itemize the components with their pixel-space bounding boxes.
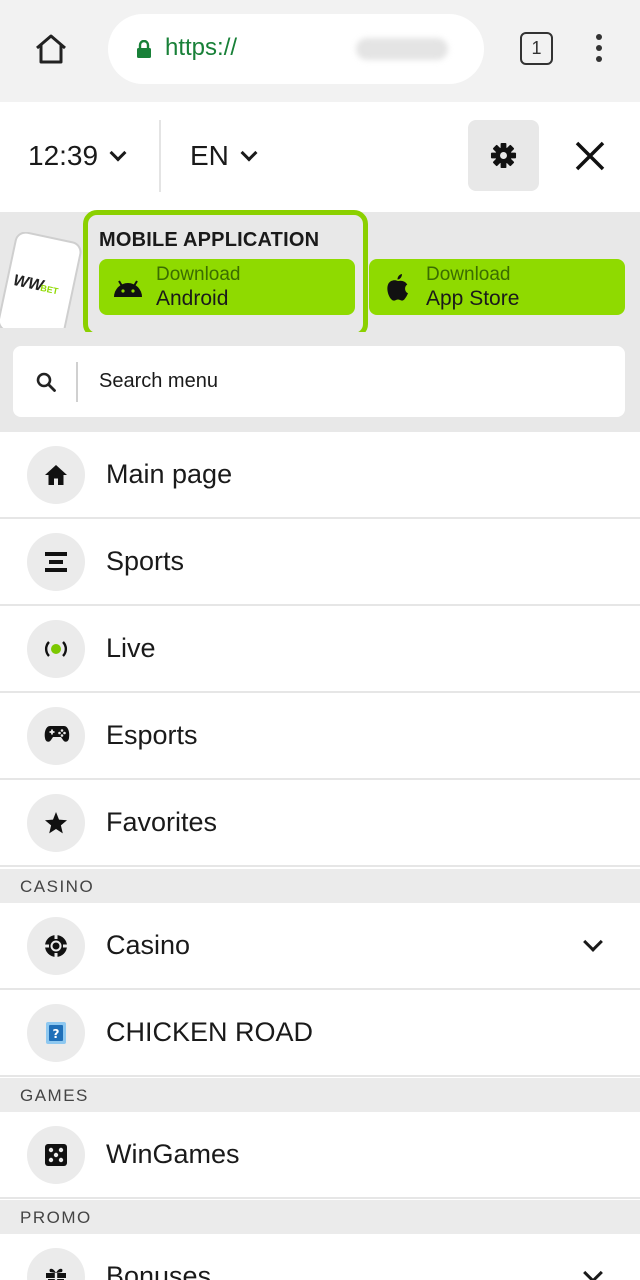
menu-item-sports[interactable]: Sports xyxy=(0,519,640,606)
house-icon xyxy=(45,465,67,485)
casino-chip-icon xyxy=(45,935,67,957)
menu-label: Favorites xyxy=(106,807,218,837)
chevron-down-icon xyxy=(109,144,127,162)
star-icon xyxy=(45,812,67,834)
close-icon[interactable] xyxy=(574,140,606,172)
menu-item-live[interactable]: Live xyxy=(0,606,640,693)
time-value: 12:39 xyxy=(28,140,99,171)
menu-icon-circle xyxy=(27,1248,85,1280)
menu-label: Esports xyxy=(106,720,198,750)
menu-icon-circle xyxy=(27,917,85,975)
menu-label: WinGames xyxy=(106,1139,240,1169)
download-android-button[interactable]: Download Android xyxy=(99,259,355,315)
menu-item-wingames[interactable]: WinGames xyxy=(0,1112,640,1199)
more-menu-icon[interactable] xyxy=(592,34,606,66)
section-header-promo: PROMO xyxy=(0,1200,640,1234)
dice-icon xyxy=(45,1144,67,1166)
menu-item-chicken-road[interactable]: ? CHICKEN ROAD xyxy=(0,990,640,1077)
divider xyxy=(159,120,161,192)
menu-header: 12:39 EN xyxy=(0,102,640,212)
browser-toolbar: https:// 1 xyxy=(0,0,640,102)
menu-icon-circle xyxy=(27,533,85,591)
menu-icon-circle xyxy=(27,707,85,765)
sports-list-icon xyxy=(45,552,67,572)
language-selector[interactable]: EN xyxy=(190,140,258,172)
menu-label: Bonuses xyxy=(106,1261,212,1280)
menu-item-casino[interactable]: Casino xyxy=(0,903,640,990)
search-input[interactable]: Search menu xyxy=(13,346,625,417)
section-label: GAMES xyxy=(20,1086,89,1105)
menu-icon-circle xyxy=(27,620,85,678)
menu-icon-circle xyxy=(27,1126,85,1184)
blurred-domain xyxy=(356,38,448,60)
search-placeholder: Search menu xyxy=(99,370,218,392)
menu-icon-circle xyxy=(27,446,85,504)
home-icon[interactable] xyxy=(33,32,69,66)
time-selector[interactable]: 12:39 xyxy=(28,140,127,172)
gift-icon xyxy=(46,1268,66,1280)
chevron-down-icon[interactable] xyxy=(583,932,603,952)
section-header-casino: CASINO xyxy=(0,869,640,903)
lock-icon xyxy=(137,40,151,58)
section-label: PROMO xyxy=(20,1208,92,1227)
android-label: Android xyxy=(156,287,229,310)
section-header-games: GAMES xyxy=(0,1078,640,1112)
chevron-down-icon[interactable] xyxy=(583,1263,603,1280)
url-text: https:// xyxy=(165,34,238,61)
gamepad-icon xyxy=(44,726,70,742)
section-label: CASINO xyxy=(20,877,95,896)
menu-item-bonuses[interactable]: Bonuses xyxy=(0,1234,640,1280)
address-bar[interactable]: https:// xyxy=(108,14,484,84)
menu-icon-circle: ? xyxy=(27,1004,85,1062)
mobile-app-title: MOBILE APPLICATION xyxy=(99,229,320,251)
download-small-label: Download xyxy=(156,264,241,285)
appstore-label: App Store xyxy=(426,287,520,310)
menu-label: Casino xyxy=(106,930,191,960)
menu-item-esports[interactable]: Esports xyxy=(0,693,640,780)
menu-label: CHICKEN ROAD xyxy=(106,1017,314,1047)
search-icon xyxy=(36,372,56,392)
chevron-down-icon xyxy=(240,144,258,162)
language-value: EN xyxy=(190,140,229,171)
menu-label: Live xyxy=(106,633,156,663)
menu-item-favorites[interactable]: Favorites xyxy=(0,780,640,867)
mystery-box-icon: ? xyxy=(46,1022,66,1044)
search-divider xyxy=(76,362,78,402)
menu-icon-circle xyxy=(27,794,85,852)
menu-label: Main page xyxy=(106,459,233,489)
tab-switcher-button[interactable]: 1 xyxy=(520,32,553,65)
android-icon xyxy=(114,280,142,297)
download-appstore-button[interactable]: Download App Store xyxy=(369,259,625,315)
settings-button[interactable] xyxy=(468,120,539,191)
download-small-label: Download xyxy=(426,264,511,285)
apple-icon xyxy=(387,274,408,301)
phone-logo-image: WW BET xyxy=(0,232,82,328)
menu-label: Sports xyxy=(106,546,185,576)
gear-icon xyxy=(490,142,517,169)
live-broadcast-icon xyxy=(44,641,68,657)
menu-item-main-page[interactable]: Main page xyxy=(0,432,640,519)
svg-text:?: ? xyxy=(53,1027,60,1041)
